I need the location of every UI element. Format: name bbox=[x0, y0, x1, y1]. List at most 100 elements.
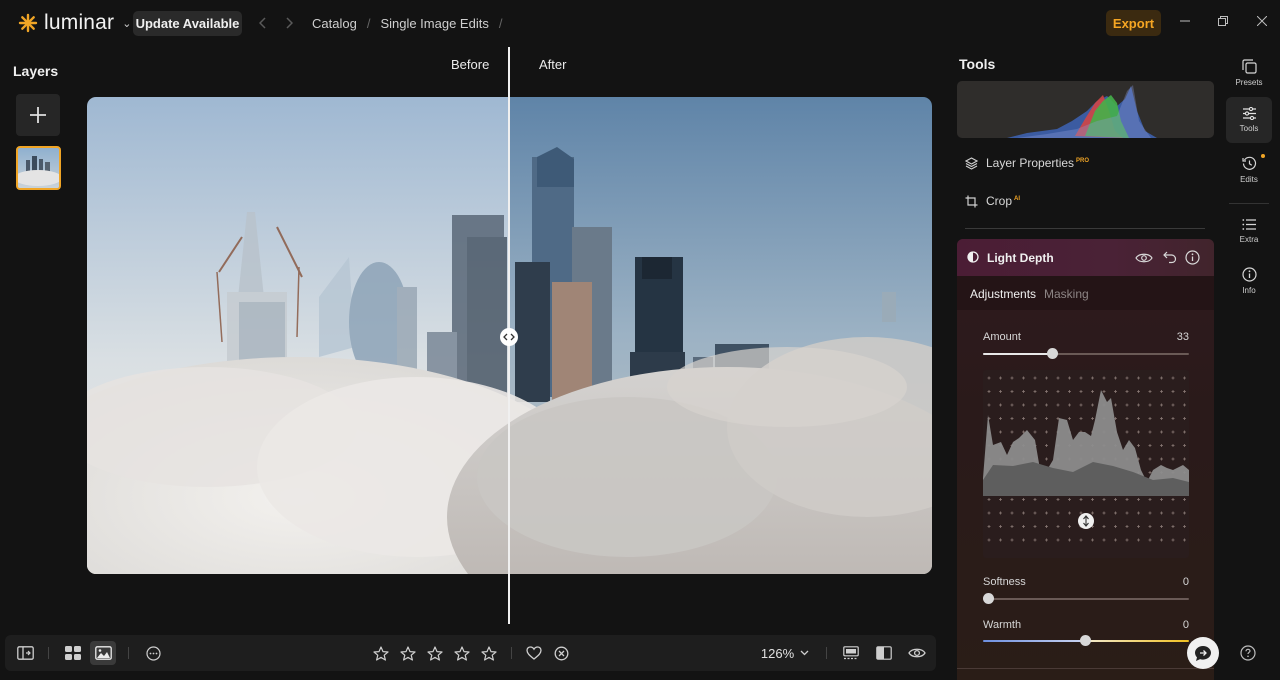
layer-thumbnail-image bbox=[18, 148, 59, 188]
single-image-view-icon[interactable] bbox=[90, 641, 116, 665]
layer-thumbnail[interactable] bbox=[16, 146, 61, 190]
warmth-slider-handle[interactable] bbox=[1080, 635, 1091, 646]
breadcrumb-separator: / bbox=[498, 16, 503, 31]
back-arrow-icon[interactable] bbox=[255, 14, 271, 32]
before-label: Before bbox=[451, 57, 490, 72]
info-label: Info bbox=[1242, 286, 1256, 295]
preview-eye-icon[interactable] bbox=[905, 641, 929, 665]
compare-before-after-icon[interactable] bbox=[873, 641, 895, 665]
layers-icon bbox=[965, 156, 978, 170]
presets-label: Presets bbox=[1235, 78, 1263, 87]
reset-undo-icon[interactable] bbox=[1163, 250, 1177, 264]
histogram-graph bbox=[1007, 85, 1157, 138]
zoom-dropdown[interactable]: 126% bbox=[757, 641, 813, 665]
breadcrumb: Catalog / Single Image Edits / bbox=[312, 16, 502, 31]
edits-label: Edits bbox=[1240, 175, 1258, 184]
rail-extra[interactable]: Extra bbox=[1226, 208, 1272, 254]
help-icon[interactable] bbox=[1240, 645, 1256, 661]
luminar-logo-icon bbox=[18, 13, 38, 33]
softness-slider-handle[interactable] bbox=[983, 593, 994, 604]
breadcrumb-single-image-edits[interactable]: Single Image Edits bbox=[380, 16, 488, 31]
forward-arrow-icon[interactable] bbox=[281, 14, 297, 32]
depth-map-preview[interactable] bbox=[983, 370, 1189, 558]
breadcrumb-separator: / bbox=[366, 16, 371, 31]
title-bar: luminar ⌄ Update Available Catalog / Sin… bbox=[0, 0, 1280, 47]
softness-label: Softness bbox=[983, 576, 1026, 588]
light-depth-tabs: Adjustments Masking bbox=[957, 276, 1214, 310]
layer-properties-tool[interactable]: Layer Properties PRO bbox=[965, 153, 1089, 173]
pro-badge: PRO bbox=[1076, 158, 1090, 164]
tools-title: Tools bbox=[959, 56, 996, 72]
toggle-layers-panel-icon[interactable] bbox=[13, 641, 37, 665]
light-depth-header[interactable]: Light Depth bbox=[957, 239, 1214, 276]
edits-indicator-dot bbox=[1261, 154, 1265, 158]
ai-badge: AI bbox=[1014, 196, 1021, 202]
layers-title: Layers bbox=[13, 63, 59, 79]
bottom-toolbar: 126% bbox=[5, 635, 936, 671]
rail-presets[interactable]: Presets bbox=[1226, 50, 1272, 96]
app-menu[interactable]: luminar ⌄ bbox=[18, 11, 131, 35]
amount-slider-handle[interactable] bbox=[1047, 348, 1058, 359]
rail-edits[interactable]: Edits bbox=[1226, 147, 1272, 193]
sliders-icon bbox=[1242, 107, 1256, 120]
light-depth-panel: Light Depth Adjustments Masking Amount 3… bbox=[957, 239, 1214, 680]
histogram bbox=[957, 81, 1214, 138]
info-icon[interactable] bbox=[1185, 250, 1200, 265]
crop-label: Crop bbox=[986, 194, 1013, 208]
star-icon[interactable] bbox=[479, 641, 499, 665]
chat-assistant-button[interactable] bbox=[1187, 637, 1219, 669]
restore-icon[interactable] bbox=[1214, 12, 1232, 30]
depth-map-graph bbox=[983, 376, 1189, 542]
amount-label: Amount bbox=[983, 331, 1021, 343]
breadcrumb-catalog[interactable]: Catalog bbox=[312, 16, 357, 31]
rail-info[interactable]: Info bbox=[1226, 258, 1272, 304]
toolbar-divider bbox=[826, 647, 827, 659]
more-options-icon[interactable] bbox=[141, 641, 165, 665]
history-icon bbox=[1241, 156, 1256, 170]
chevron-down-icon: ⌄ bbox=[122, 17, 132, 30]
crop-icon bbox=[965, 195, 978, 207]
rail-tools[interactable]: Tools bbox=[1226, 97, 1272, 143]
toolbar-divider bbox=[48, 647, 49, 659]
app-name: luminar bbox=[44, 11, 115, 34]
amount-slider-fill bbox=[983, 353, 1053, 355]
favorite-heart-icon[interactable] bbox=[523, 641, 545, 665]
info-circle-icon bbox=[1241, 267, 1257, 282]
after-label: After bbox=[539, 57, 567, 72]
star-icon[interactable] bbox=[398, 641, 418, 665]
tab-masking[interactable]: Masking bbox=[1044, 287, 1089, 301]
adjustments-section: Amount 33 Softness 0 Warmth 0 bbox=[957, 310, 1214, 680]
star-icon[interactable] bbox=[425, 641, 445, 665]
presets-icon bbox=[1241, 59, 1257, 74]
close-icon[interactable] bbox=[1253, 12, 1271, 30]
add-layer-button[interactable] bbox=[16, 94, 60, 136]
layer-properties-label: Layer Properties bbox=[986, 156, 1075, 170]
visibility-eye-icon[interactable] bbox=[1135, 252, 1153, 264]
minimize-icon[interactable] bbox=[1176, 12, 1194, 30]
softness-value: 0 bbox=[1182, 576, 1189, 588]
panel-divider bbox=[965, 228, 1205, 229]
rail-divider bbox=[1229, 203, 1269, 204]
grid-view-icon[interactable] bbox=[61, 641, 85, 665]
star-icon[interactable] bbox=[452, 641, 472, 665]
chevron-down-icon bbox=[800, 650, 809, 656]
crop-tool[interactable]: Crop AI bbox=[965, 191, 1020, 211]
tools-label: Tools bbox=[1239, 124, 1259, 133]
warmth-label: Warmth bbox=[983, 619, 1022, 631]
tab-adjustments[interactable]: Adjustments bbox=[970, 287, 1036, 301]
light-depth-title: Light Depth bbox=[987, 251, 1054, 265]
amount-value: 33 bbox=[1176, 331, 1189, 343]
softness-slider-track[interactable] bbox=[983, 598, 1189, 600]
divider-handle-icon[interactable] bbox=[500, 328, 518, 346]
warmth-value: 0 bbox=[1182, 619, 1189, 631]
list-icon bbox=[1241, 219, 1256, 230]
star-icon[interactable] bbox=[371, 641, 391, 665]
section-divider bbox=[957, 668, 1214, 669]
toolbar-divider bbox=[128, 647, 129, 659]
reject-icon[interactable] bbox=[550, 641, 572, 665]
light-depth-icon bbox=[967, 251, 979, 263]
zoom-value: 126% bbox=[760, 645, 795, 661]
update-available-button[interactable]: Update Available bbox=[133, 11, 242, 36]
hide-filmstrip-icon[interactable] bbox=[840, 641, 862, 665]
export-button[interactable]: Export bbox=[1106, 10, 1161, 36]
